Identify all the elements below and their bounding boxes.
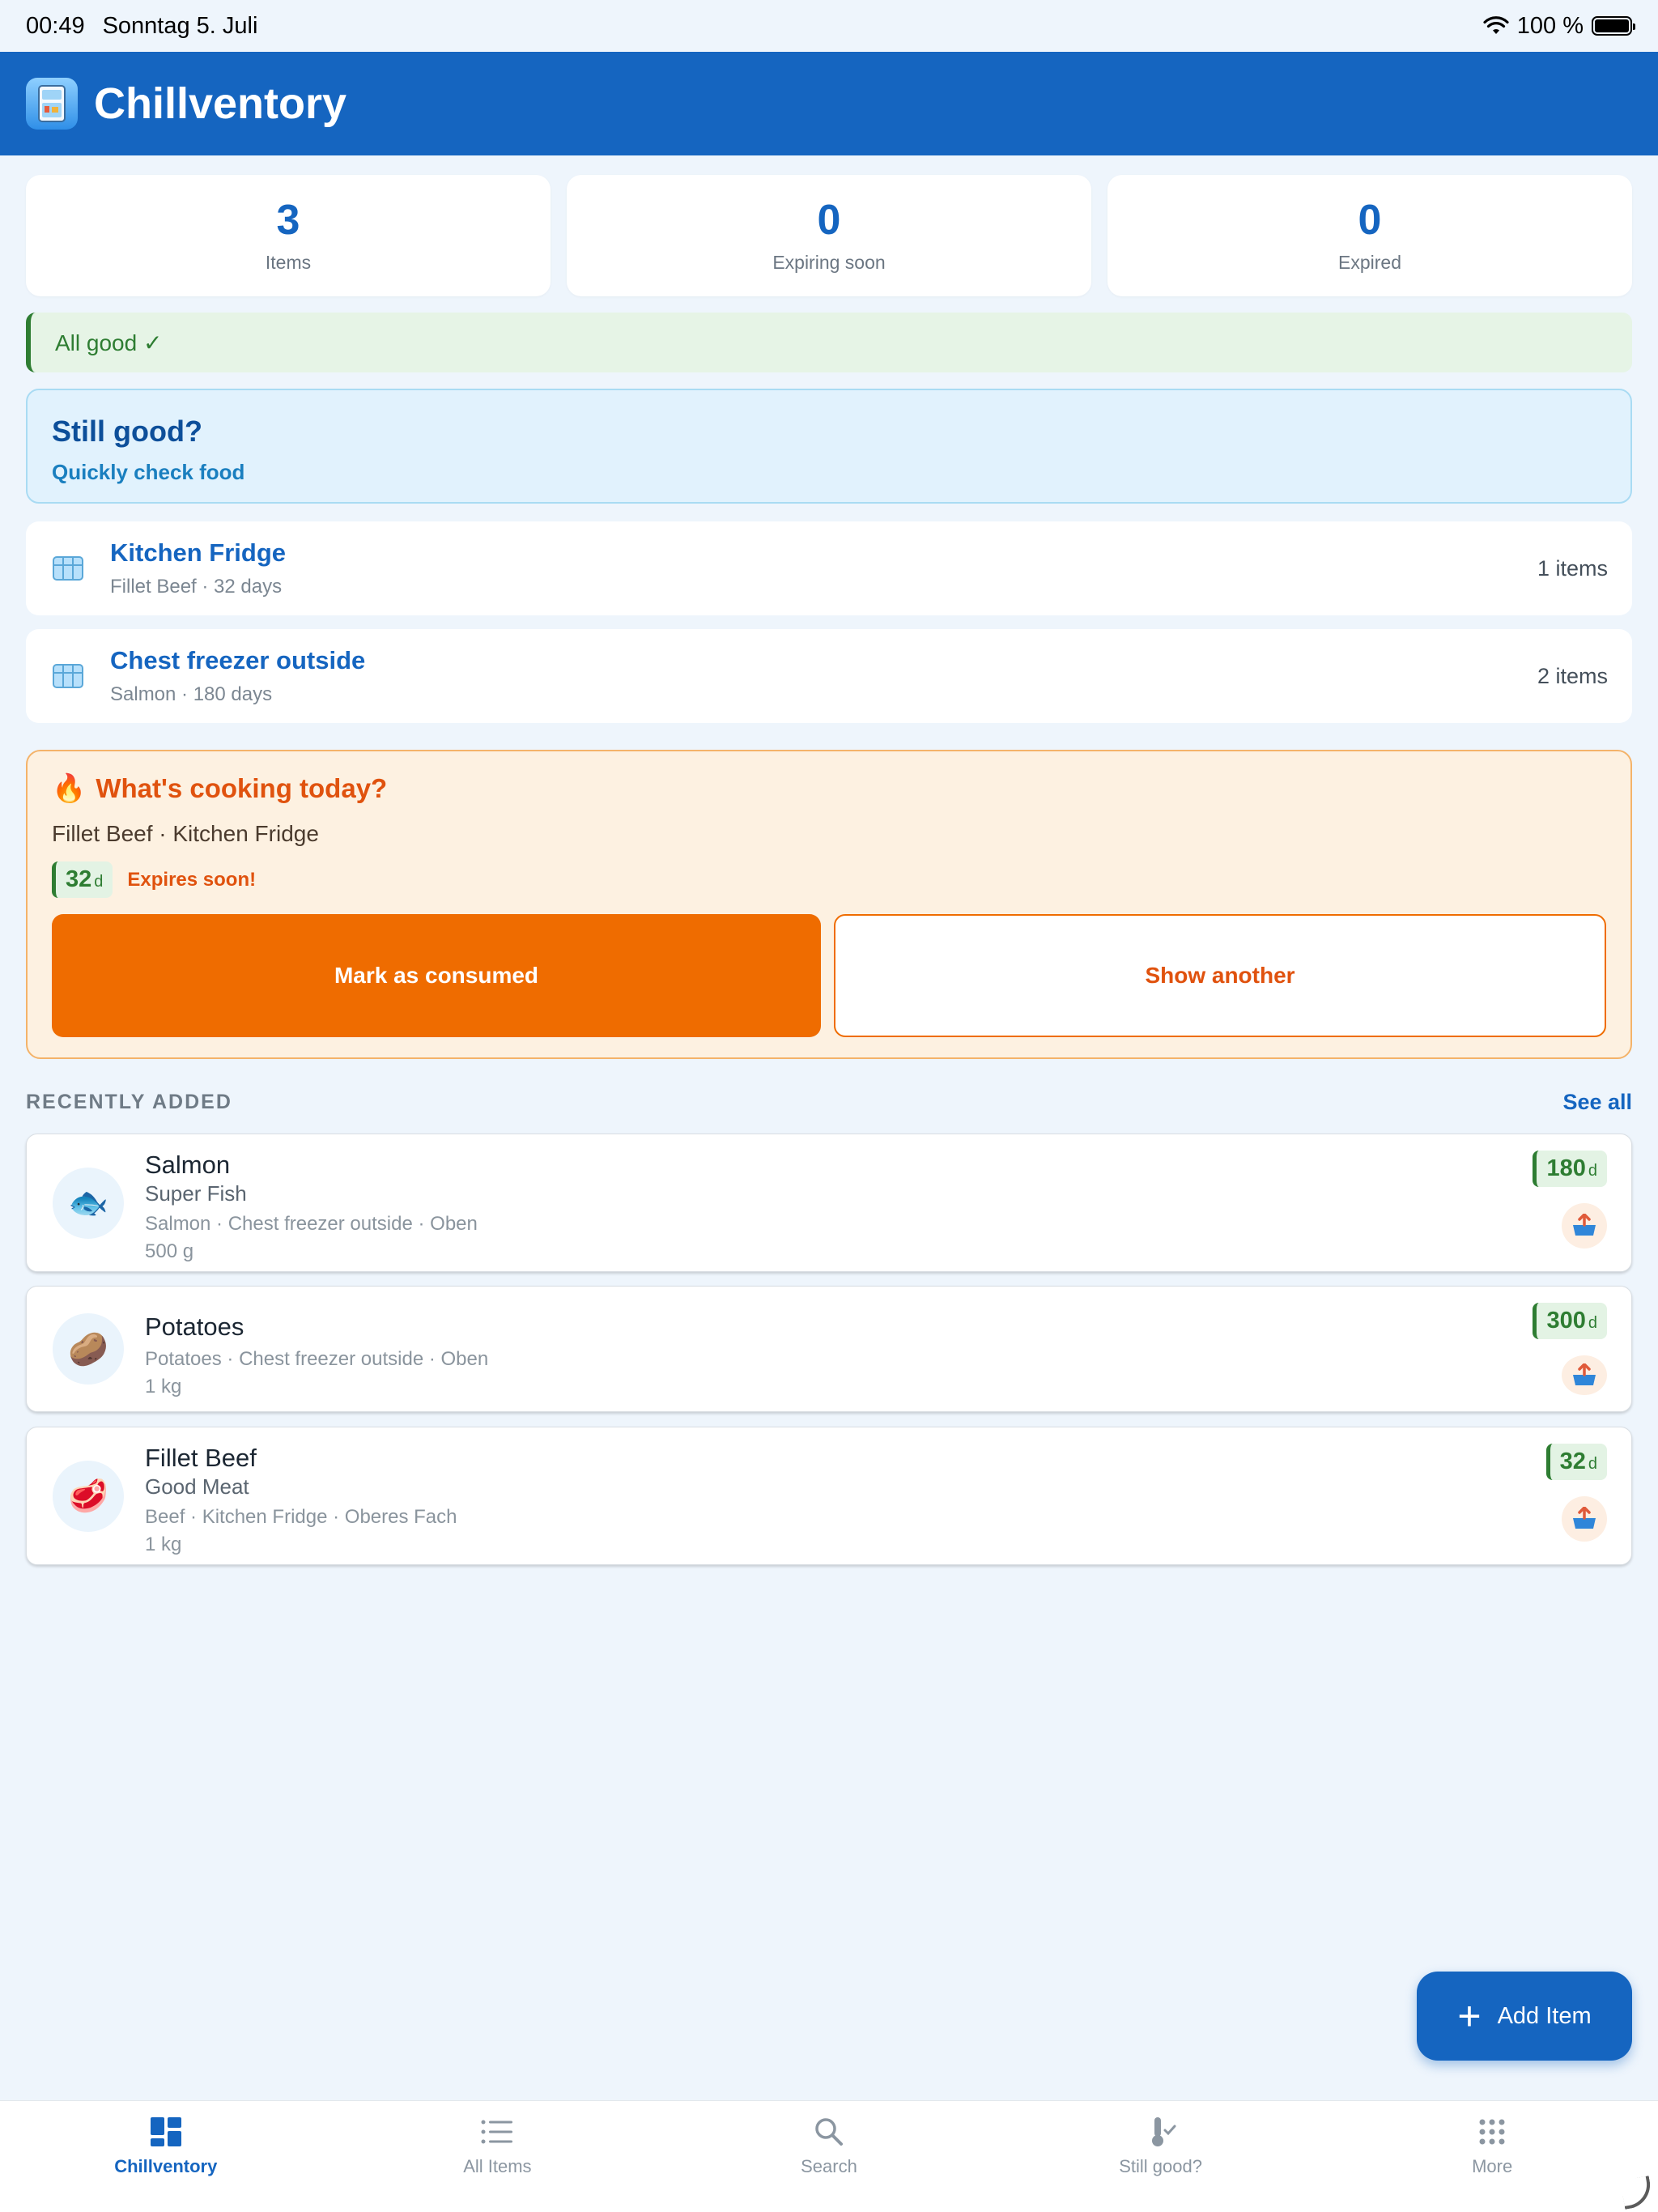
days-value: 32: [66, 866, 92, 892]
tab-label: More: [1472, 2156, 1513, 2176]
list-icon: [481, 2120, 513, 2144]
location-count: 2 items: [1537, 663, 1608, 688]
item-name: Potatoes: [145, 1312, 244, 1341]
location-sub: Salmon · 180 days: [110, 683, 273, 705]
days-value: 180: [1546, 1155, 1586, 1181]
days-unit: d: [94, 873, 104, 891]
days-badge: 32 d: [52, 861, 113, 898]
fridge-icon: [26, 78, 78, 130]
days-unit: d: [1588, 1314, 1597, 1332]
tab-label: All Items: [463, 2156, 532, 2176]
consume-icon[interactable]: [1562, 1355, 1607, 1395]
tab-all-items[interactable]: All Items: [332, 2101, 664, 2212]
recent-section-header: RECENTLY ADDED See all: [26, 1090, 1632, 1115]
days-badge: 300 d: [1533, 1303, 1607, 1339]
cooking-suggestion-card: 🔥 What's cooking today? Fillet Beef · Ki…: [26, 750, 1632, 1059]
days-badge: 32 d: [1545, 1444, 1607, 1480]
stat-value: 0: [1358, 196, 1382, 244]
item-location: Potatoes · Chest freezer outside · Oben: [145, 1348, 489, 1370]
item-location: Salmon · Chest freezer outside · Oben: [145, 1213, 478, 1235]
mark-consumed-button[interactable]: Mark as consumed: [52, 914, 821, 1037]
cooking-title: What's cooking today?: [96, 773, 388, 803]
dashboard-icon: [150, 2117, 181, 2146]
add-item-label: Add Item: [1497, 2002, 1592, 2029]
wifi-icon: [1483, 16, 1509, 34]
tab-label: Search: [801, 2156, 857, 2176]
still-good-card[interactable]: Still good? Quickly check food: [26, 389, 1632, 504]
tab-still-good[interactable]: Still good?: [995, 2101, 1327, 2212]
plus-icon: +: [1457, 1993, 1482, 2039]
cooking-meta: Fillet Beef · Kitchen Fridge: [52, 821, 319, 846]
add-item-button[interactable]: + Add Item: [1417, 1972, 1632, 2061]
tab-bar: Chillventory All Items Search Still good…: [0, 2100, 1658, 2212]
item-name: Fillet Beef: [145, 1444, 257, 1472]
item-quantity: 1 kg: [145, 1534, 182, 1555]
expiry-warning: Expires soon!: [127, 868, 257, 891]
thermometer-check-icon: [1151, 2117, 1176, 2146]
stat-expiring-soon[interactable]: 0 Expiring soon: [567, 175, 1091, 296]
item-brand: Super Fish: [145, 1181, 247, 1206]
item-salmon[interactable]: 🐟 Salmon Super Fish Salmon · Chest freez…: [26, 1134, 1632, 1272]
battery-icon: [1592, 16, 1635, 36]
item-quantity: 1 kg: [145, 1376, 182, 1397]
status-bar: 00:49 Sonntag 5. Juli 100 %: [0, 0, 1658, 52]
tab-more[interactable]: More: [1326, 2101, 1658, 2212]
show-another-button[interactable]: Show another: [834, 914, 1606, 1037]
stat-label: Expired: [1338, 252, 1401, 274]
location-sub: Fillet Beef · 32 days: [110, 576, 283, 598]
stat-items[interactable]: 3 Items: [26, 175, 551, 296]
app-bar: Chillventory: [0, 52, 1658, 155]
item-quantity: 500 g: [145, 1240, 194, 1262]
consume-icon[interactable]: [1562, 1496, 1607, 1542]
still-good-title: Still good?: [52, 415, 202, 448]
app-title: Chillventory: [94, 79, 347, 128]
freezer-box-icon: [53, 556, 83, 581]
location-name: Kitchen Fridge: [110, 538, 287, 567]
status-time: 00:49: [26, 12, 85, 39]
section-title: RECENTLY ADDED: [26, 1091, 232, 1113]
status-date: Sonntag 5. Juli: [102, 12, 258, 39]
item-location: Beef · Kitchen Fridge · Oberes Fach: [145, 1506, 457, 1528]
meat-icon: 🥩: [53, 1460, 124, 1532]
tab-search[interactable]: Search: [663, 2101, 995, 2212]
search-icon: [815, 2118, 843, 2146]
tab-label: Chillventory: [114, 2156, 218, 2176]
stats-row: 3 Items 0 Expiring soon 0 Expired: [26, 175, 1632, 296]
potato-icon: 🥔: [53, 1313, 124, 1385]
days-value: 32: [1559, 1448, 1586, 1474]
item-name: Salmon: [145, 1151, 231, 1179]
status-banner: All good ✓: [26, 313, 1632, 372]
stat-label: Expiring soon: [772, 252, 886, 274]
still-good-subtitle: Quickly check food: [52, 460, 245, 484]
stat-value: 0: [817, 196, 841, 244]
item-potatoes[interactable]: 🥔 Potatoes Potatoes · Chest freezer outs…: [26, 1286, 1632, 1412]
days-unit: d: [1588, 1162, 1597, 1180]
see-all-link[interactable]: See all: [1562, 1090, 1632, 1115]
freezer-box-icon: [53, 664, 83, 688]
status-banner-text: All good ✓: [55, 330, 163, 355]
days-value: 300: [1546, 1308, 1586, 1334]
stat-label: Items: [265, 252, 312, 274]
days-badge: 180 d: [1533, 1151, 1607, 1187]
tab-chillventory[interactable]: Chillventory: [0, 2101, 332, 2212]
location-chest-freezer[interactable]: Chest freezer outside Salmon · 180 days …: [26, 629, 1632, 723]
fish-icon: 🐟: [53, 1167, 124, 1239]
item-brand: Good Meat: [145, 1474, 249, 1499]
days-unit: d: [1588, 1455, 1597, 1473]
location-count: 1 items: [1537, 555, 1608, 581]
status-right: 100 %: [1483, 12, 1635, 40]
location-kitchen-fridge[interactable]: Kitchen Fridge Fillet Beef · 32 days 1 i…: [26, 521, 1632, 615]
location-name: Chest freezer outside: [110, 646, 366, 674]
consume-icon[interactable]: [1562, 1203, 1607, 1249]
tab-label: Still good?: [1119, 2156, 1202, 2176]
battery-percent: 100 %: [1516, 12, 1584, 39]
grid-dots-icon: [1479, 2119, 1505, 2145]
item-fillet-beef[interactable]: 🥩 Fillet Beef Good Meat Beef · Kitchen F…: [26, 1427, 1632, 1565]
stat-expired[interactable]: 0 Expired: [1107, 175, 1632, 296]
stat-value: 3: [276, 196, 300, 244]
fire-icon: 🔥: [52, 773, 87, 804]
